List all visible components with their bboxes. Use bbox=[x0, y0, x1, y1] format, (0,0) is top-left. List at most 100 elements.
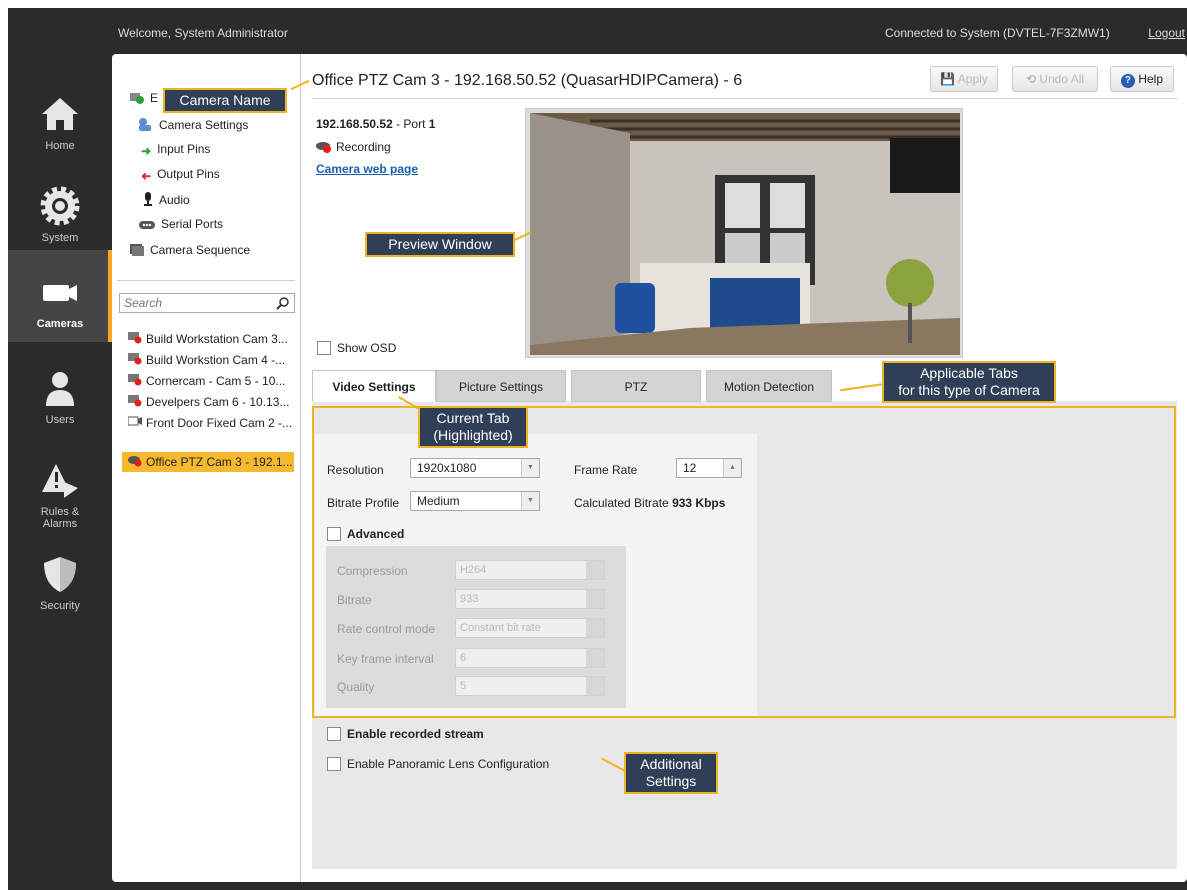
camera-preview-image bbox=[530, 113, 960, 355]
tree-separator bbox=[117, 280, 295, 281]
tree-camera-settings[interactable]: Camera Settings bbox=[137, 117, 248, 132]
camera-address: 192.168.50.52 - Port 1 bbox=[316, 117, 435, 131]
camera-list-item[interactable]: Build Workstion Cam 4 -... bbox=[122, 350, 294, 370]
annotation-camera-name: Camera Name bbox=[163, 88, 287, 113]
tab-ptz[interactable]: PTZ bbox=[571, 370, 701, 402]
show-osd-option[interactable]: Show OSD bbox=[317, 341, 396, 355]
gear-icon bbox=[40, 186, 80, 226]
top-bar: Welcome, System Administrator Connected … bbox=[8, 8, 1187, 54]
camera-list-item[interactable]: Front Door Fixed Cam 2 -... bbox=[122, 413, 294, 433]
sequence-icon bbox=[130, 244, 144, 256]
nav-rules-label: Rules & Alarms bbox=[40, 506, 80, 530]
camera-list-label: Front Door Fixed Cam 2 -... bbox=[146, 416, 293, 430]
arrow-left-icon: ➜ bbox=[141, 169, 152, 183]
annotation-applicable-tabs: Applicable Tabs for this type of Camera bbox=[882, 361, 1056, 403]
search-icon[interactable] bbox=[276, 296, 290, 310]
camera-icon bbox=[43, 285, 77, 301]
nav-security-label: Security bbox=[40, 600, 80, 612]
camera-recording-icon bbox=[128, 372, 142, 386]
camera-recording-icon bbox=[128, 351, 142, 365]
help-button[interactable]: ? Help bbox=[1110, 66, 1174, 92]
tree-output-pins[interactable]: ➜ Output Pins bbox=[141, 167, 220, 183]
tab-motion-detection[interactable]: Motion Detection bbox=[706, 370, 832, 402]
annotation-applicable-tabs-line1: Applicable Tabs bbox=[920, 365, 1018, 381]
tree-root-label: E bbox=[150, 91, 159, 105]
annotation-additional-line1: Additional bbox=[640, 756, 702, 772]
serial-port-icon bbox=[139, 221, 155, 229]
nav-system-label: System bbox=[41, 232, 79, 244]
annotation-additional-settings: Additional Settings bbox=[624, 752, 718, 794]
arrow-right-icon: ➜ bbox=[141, 144, 152, 158]
annotation-current-tab-line2: (Highlighted) bbox=[433, 427, 513, 443]
undo-all-label: Undo All bbox=[1039, 72, 1085, 86]
tab-picture-settings[interactable]: Picture Settings bbox=[436, 370, 566, 402]
camera-title: Office PTZ Cam 3 - 192.168.50.52 (Quasar… bbox=[312, 72, 743, 89]
tree-serial-ports-label: Serial Ports bbox=[161, 217, 224, 231]
annotation-applicable-tabs-line2: for this type of Camera bbox=[898, 382, 1040, 398]
enable-panoramic-option[interactable]: Enable Panoramic Lens Configuration bbox=[327, 757, 549, 771]
annotation-preview-window: Preview Window bbox=[365, 232, 515, 257]
annotation-additional-line2: Settings bbox=[645, 773, 697, 789]
tree-camera-settings-label: Camera Settings bbox=[159, 118, 249, 132]
tab-video-settings[interactable]: Video Settings bbox=[312, 370, 436, 402]
camera-list-item-selected[interactable]: Office PTZ Cam 3 - 192.1... bbox=[122, 452, 294, 472]
camera-list-label: Develpers Cam 6 - 10.13... bbox=[146, 395, 290, 409]
nav-rules-alarms[interactable]: Rules & Alarms bbox=[8, 438, 112, 538]
undo-all-button[interactable]: ⟲ Undo All bbox=[1012, 66, 1098, 92]
tree-input-pins[interactable]: ➜ Input Pins bbox=[141, 142, 210, 158]
camera-list-item[interactable]: Cornercam - Cam 5 - 10... bbox=[122, 371, 294, 391]
port-label: - Port bbox=[396, 117, 426, 131]
save-icon: 💾 bbox=[940, 72, 956, 86]
nav-home[interactable]: Home bbox=[8, 72, 112, 164]
camera-ip: 192.168.50.52 bbox=[316, 117, 393, 131]
tree-audio[interactable]: Audio bbox=[143, 192, 190, 207]
camera-recording-icon bbox=[128, 330, 142, 344]
user-icon bbox=[46, 372, 74, 406]
help-label: Help bbox=[1138, 72, 1164, 86]
nav-security[interactable]: Security bbox=[8, 532, 112, 624]
enable-panoramic-checkbox[interactable] bbox=[327, 757, 341, 771]
nav-cameras[interactable]: Cameras bbox=[8, 250, 112, 342]
apply-label: Apply bbox=[957, 72, 988, 86]
camera-list-label: Build Workstation Cam 3... bbox=[146, 332, 288, 346]
recording-label: Recording bbox=[336, 140, 391, 154]
tree-input-pins-label: Input Pins bbox=[157, 142, 211, 156]
shield-icon bbox=[44, 557, 76, 592]
annotation-current-tab-line1: Current Tab bbox=[436, 410, 510, 426]
enable-recorded-checkbox[interactable] bbox=[327, 727, 341, 741]
apply-button[interactable]: 💾 Apply bbox=[930, 66, 998, 92]
camera-web-page-link[interactable]: Camera web page bbox=[316, 162, 418, 176]
show-osd-checkbox[interactable] bbox=[317, 341, 331, 355]
tab-area-highlight bbox=[312, 406, 1176, 718]
nav-system[interactable]: System bbox=[8, 164, 112, 256]
recording-status: Recording bbox=[316, 140, 391, 154]
search-input[interactable] bbox=[120, 294, 270, 312]
camera-list-item[interactable]: Build Workstation Cam 3... bbox=[122, 329, 294, 349]
nav-cameras-label: Cameras bbox=[36, 318, 84, 330]
camera-recording-icon bbox=[128, 453, 142, 467]
camera-port: 1 bbox=[428, 117, 436, 131]
tree-root[interactable]: E bbox=[130, 91, 158, 105]
camera-recording-icon bbox=[128, 393, 142, 407]
tree-camera-sequence[interactable]: Camera Sequence bbox=[130, 243, 250, 257]
nav-home-label: Home bbox=[45, 140, 75, 152]
camera-list-item[interactable]: Develpers Cam 6 - 10.13... bbox=[122, 392, 294, 412]
camera-search bbox=[119, 293, 295, 313]
tree-divider bbox=[300, 54, 301, 882]
connection-status: Connected to System (DVTEL-7F3ZMW1) bbox=[885, 26, 1110, 40]
logout-link[interactable]: Logout bbox=[1148, 26, 1185, 40]
help-icon: ? bbox=[1120, 74, 1135, 88]
enable-recorded-option[interactable]: Enable recorded stream bbox=[327, 727, 484, 741]
undo-icon: ⟲ bbox=[1025, 72, 1036, 86]
camera-list-label: Cornercam - Cam 5 - 10... bbox=[146, 374, 286, 388]
nav-users[interactable]: Users bbox=[8, 346, 112, 438]
recording-icon bbox=[316, 142, 331, 153]
nav-users-label: Users bbox=[45, 414, 75, 426]
camera-icon bbox=[127, 414, 142, 426]
tree-audio-label: Audio bbox=[159, 193, 190, 207]
alarm-icon bbox=[42, 464, 78, 498]
tree-serial-ports[interactable]: Serial Ports bbox=[139, 217, 223, 231]
camera-settings-icon bbox=[139, 118, 151, 131]
microphone-icon bbox=[144, 192, 152, 206]
main-nav: Home System Cameras Users Rules & Alarms… bbox=[8, 54, 112, 884]
